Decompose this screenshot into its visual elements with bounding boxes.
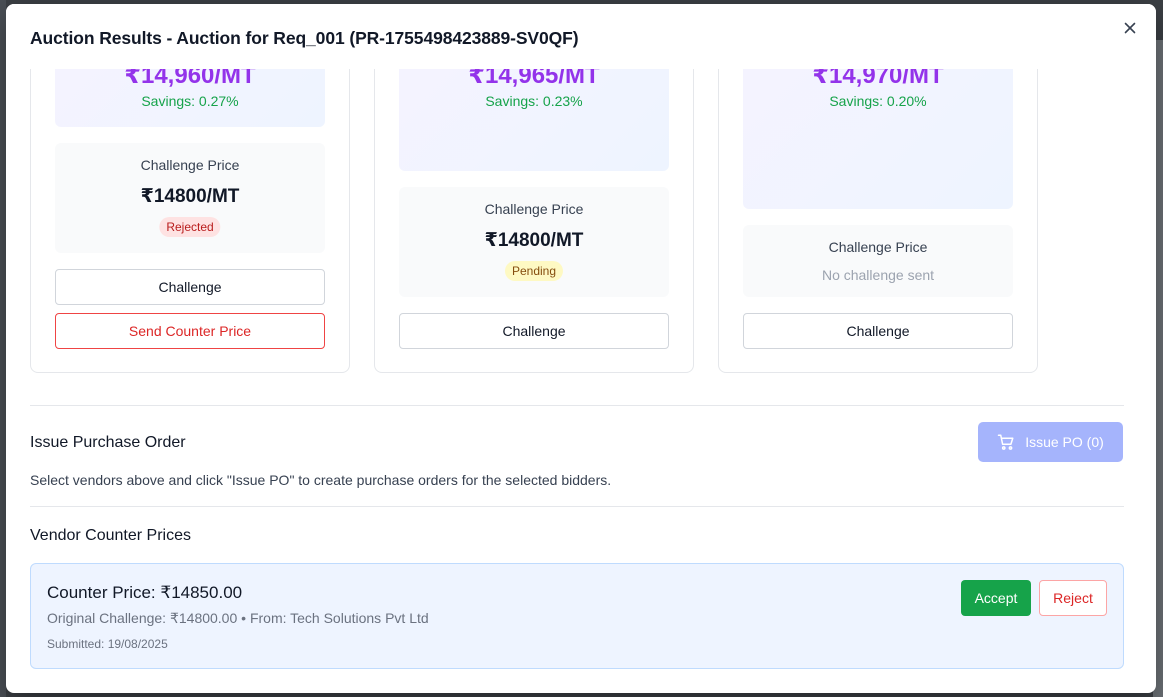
issue-po-title: Issue Purchase Order xyxy=(30,434,186,451)
challenge-button[interactable]: Challenge xyxy=(55,269,325,305)
close-button[interactable] xyxy=(1122,20,1138,36)
vendor-savings: Savings: 0.27% xyxy=(141,93,239,109)
counter-price-value: Counter Price: ₹14850.00 xyxy=(47,583,243,602)
no-challenge-text: No challenge sent xyxy=(821,267,935,283)
accept-button[interactable]: Accept xyxy=(961,580,1031,616)
challenge-price-label: Challenge Price xyxy=(140,157,240,173)
vendor-card-3: ₹14,970/MT Savings: 0.20% Challenge Pric… xyxy=(718,34,1038,373)
modal-header: Auction Results - Auction for Req_001 (P… xyxy=(6,4,1156,69)
counter-price-details: Original Challenge: ₹14800.00 • From: Te… xyxy=(47,610,429,626)
counter-prices-title: Vendor Counter Prices xyxy=(30,527,191,544)
modal-title: Auction Results - Auction for Req_001 (P… xyxy=(30,28,579,48)
vendor-savings: Savings: 0.20% xyxy=(829,93,927,109)
challenge-price-value: ₹14800/MT xyxy=(140,186,240,207)
section-divider xyxy=(30,405,1124,406)
reject-button[interactable]: Reject xyxy=(1039,580,1107,616)
challenge-price-box: Challenge Price ₹14800/MT Rejected xyxy=(55,143,325,253)
challenge-price-label: Challenge Price xyxy=(828,239,928,255)
challenge-price-box: Challenge Price ₹14800/MT Pending xyxy=(399,187,669,297)
issue-po-button[interactable]: Issue PO (0) xyxy=(978,422,1123,462)
vendor-savings: Savings: 0.23% xyxy=(485,93,583,109)
send-counter-price-button[interactable]: Send Counter Price xyxy=(55,313,325,349)
vendor-card-1: ₹14,960/MT Savings: 0.27% Challenge Pric… xyxy=(30,34,350,373)
status-badge: Rejected xyxy=(159,217,221,237)
status-badge: Pending xyxy=(504,261,564,281)
cart-icon xyxy=(997,433,1015,451)
challenge-price-label: Challenge Price xyxy=(484,201,584,217)
issue-po-label: Issue PO (0) xyxy=(1025,434,1104,450)
counter-price-submitted: Submitted: 19/08/2025 xyxy=(47,637,168,651)
challenge-price-box: Challenge Price No challenge sent xyxy=(743,225,1013,297)
modal-body[interactable]: ₹14,960/MT Savings: 0.27% Challenge Pric… xyxy=(6,4,1156,693)
auction-results-modal: ₹14,960/MT Savings: 0.27% Challenge Pric… xyxy=(6,4,1156,693)
challenge-button[interactable]: Challenge xyxy=(399,313,669,349)
issue-po-help-text: Select vendors above and click "Issue PO… xyxy=(30,472,612,488)
challenge-button[interactable]: Challenge xyxy=(743,313,1013,349)
challenge-price-value: ₹14800/MT xyxy=(484,230,584,251)
counter-price-card: Counter Price: ₹14850.00 Original Challe… xyxy=(30,563,1124,669)
section-divider xyxy=(30,506,1124,507)
close-icon xyxy=(1124,22,1136,34)
vendor-card-2: ₹14,965/MT Savings: 0.23% Challenge Pric… xyxy=(374,34,694,373)
